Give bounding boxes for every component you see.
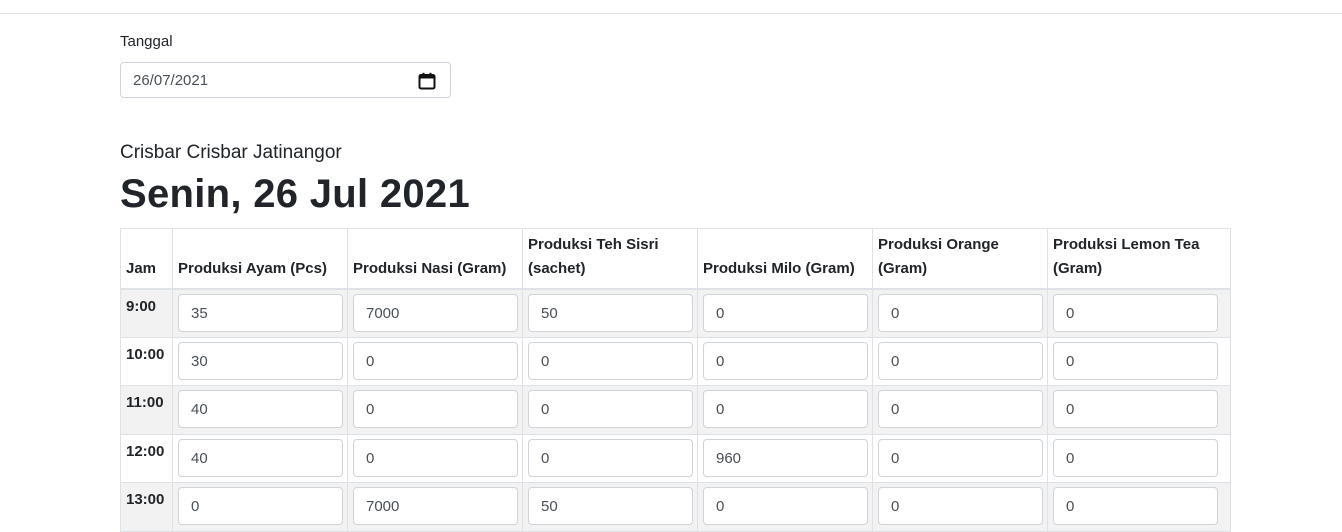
- ayam-input[interactable]: 40: [178, 390, 343, 428]
- table-row: 13:00 0 7000 50 0 0 0: [120, 482, 1231, 532]
- column-header-teh-sisri: Produksi Teh Sisri (sachet): [522, 228, 698, 290]
- table-cell: 0: [697, 482, 873, 532]
- table-cell: 40: [172, 385, 348, 435]
- table-cell: 0: [347, 385, 523, 435]
- orange-input[interactable]: 0: [878, 293, 1043, 332]
- table-cell: 30: [172, 336, 348, 386]
- nasi-input[interactable]: 7000: [353, 487, 518, 525]
- table-cell: 50: [522, 482, 698, 532]
- milo-input[interactable]: 0: [703, 487, 868, 525]
- date-label: Tanggal: [120, 33, 173, 50]
- lemon-tea-input[interactable]: 0: [1053, 293, 1218, 332]
- column-header-lemon-tea: Produksi Lemon Tea (Gram): [1047, 228, 1231, 290]
- hour-cell: 10:00: [120, 336, 173, 386]
- lemon-tea-input[interactable]: 0: [1053, 438, 1218, 477]
- table-cell: 7000: [347, 288, 523, 338]
- orange-input[interactable]: 0: [878, 487, 1043, 525]
- header-divider: [0, 13, 1342, 14]
- table-cell: 0: [1047, 288, 1231, 338]
- table-row: 12:00 40 0 0 960 0 0: [120, 433, 1231, 483]
- column-header-nasi: Produksi Nasi (Gram): [347, 228, 523, 290]
- teh-sisri-input[interactable]: 0: [528, 438, 693, 477]
- column-header-jam: Jam: [120, 228, 173, 290]
- hour-cell: 12:00: [120, 433, 173, 483]
- ayam-input[interactable]: 30: [178, 341, 343, 380]
- hour-cell: 9:00: [120, 288, 173, 338]
- table-cell: 7000: [347, 482, 523, 532]
- table-cell: 0: [872, 288, 1048, 338]
- teh-sisri-input[interactable]: 50: [528, 487, 693, 525]
- milo-input[interactable]: 960: [703, 438, 868, 477]
- table-cell: 0: [522, 433, 698, 483]
- table-cell: 0: [872, 336, 1048, 386]
- table-cell: 0: [1047, 433, 1231, 483]
- calendar-icon[interactable]: [418, 72, 436, 90]
- table-cell: 0: [697, 385, 873, 435]
- teh-sisri-input[interactable]: 0: [528, 341, 693, 380]
- page-title: Senin, 26 Jul 2021: [120, 172, 471, 216]
- column-header-ayam: Produksi Ayam (Pcs): [172, 228, 348, 290]
- nasi-input[interactable]: 0: [353, 438, 518, 477]
- table-cell: 960: [697, 433, 873, 483]
- table-cell: 0: [697, 288, 873, 338]
- nasi-input[interactable]: 0: [353, 341, 518, 380]
- table-cell: 0: [1047, 482, 1231, 532]
- hour-cell: 11:00: [120, 385, 173, 435]
- table-cell: 0: [522, 336, 698, 386]
- table-cell: 0: [347, 433, 523, 483]
- teh-sisri-input[interactable]: 50: [528, 293, 693, 332]
- hour-cell: 13:00: [120, 482, 173, 532]
- lemon-tea-input[interactable]: 0: [1053, 390, 1218, 428]
- teh-sisri-input[interactable]: 0: [528, 390, 693, 428]
- table-cell: 35: [172, 288, 348, 338]
- date-value[interactable]: 26/07/2021: [133, 72, 208, 89]
- milo-input[interactable]: 0: [703, 390, 868, 428]
- milo-input[interactable]: 0: [703, 293, 868, 332]
- table-cell: 0: [697, 336, 873, 386]
- orange-input[interactable]: 0: [878, 390, 1043, 428]
- table-row: 9:00 35 7000 50 0 0 0: [120, 288, 1231, 338]
- production-table: Jam Produksi Ayam (Pcs) Produksi Nasi (G…: [120, 228, 1231, 532]
- orange-input[interactable]: 0: [878, 341, 1043, 380]
- ayam-input[interactable]: 40: [178, 438, 343, 477]
- table-row: 11:00 40 0 0 0 0 0: [120, 385, 1231, 435]
- table-cell: 0: [872, 482, 1048, 532]
- table-cell: 0: [522, 385, 698, 435]
- table-cell: 0: [1047, 385, 1231, 435]
- table-cell: 0: [172, 482, 348, 532]
- lemon-tea-input[interactable]: 0: [1053, 341, 1218, 380]
- table-header-row: Jam Produksi Ayam (Pcs) Produksi Nasi (G…: [120, 228, 1231, 290]
- milo-input[interactable]: 0: [703, 341, 868, 380]
- table-cell: 40: [172, 433, 348, 483]
- date-field[interactable]: 26/07/2021: [120, 62, 451, 98]
- store-name: Crisbar Crisbar Jatinangor: [120, 142, 342, 163]
- ayam-input[interactable]: 0: [178, 487, 343, 525]
- table-cell: 0: [872, 433, 1048, 483]
- table-cell: 50: [522, 288, 698, 338]
- nasi-input[interactable]: 0: [353, 390, 518, 428]
- nasi-input[interactable]: 7000: [353, 293, 518, 332]
- table-cell: 0: [347, 336, 523, 386]
- lemon-tea-input[interactable]: 0: [1053, 487, 1218, 525]
- column-header-orange: Produksi Orange (Gram): [872, 228, 1048, 290]
- table-row: 10:00 30 0 0 0 0 0: [120, 336, 1231, 386]
- column-header-milo: Produksi Milo (Gram): [697, 228, 873, 290]
- orange-input[interactable]: 0: [878, 438, 1043, 477]
- table-cell: 0: [872, 385, 1048, 435]
- ayam-input[interactable]: 35: [178, 293, 343, 332]
- table-cell: 0: [1047, 336, 1231, 386]
